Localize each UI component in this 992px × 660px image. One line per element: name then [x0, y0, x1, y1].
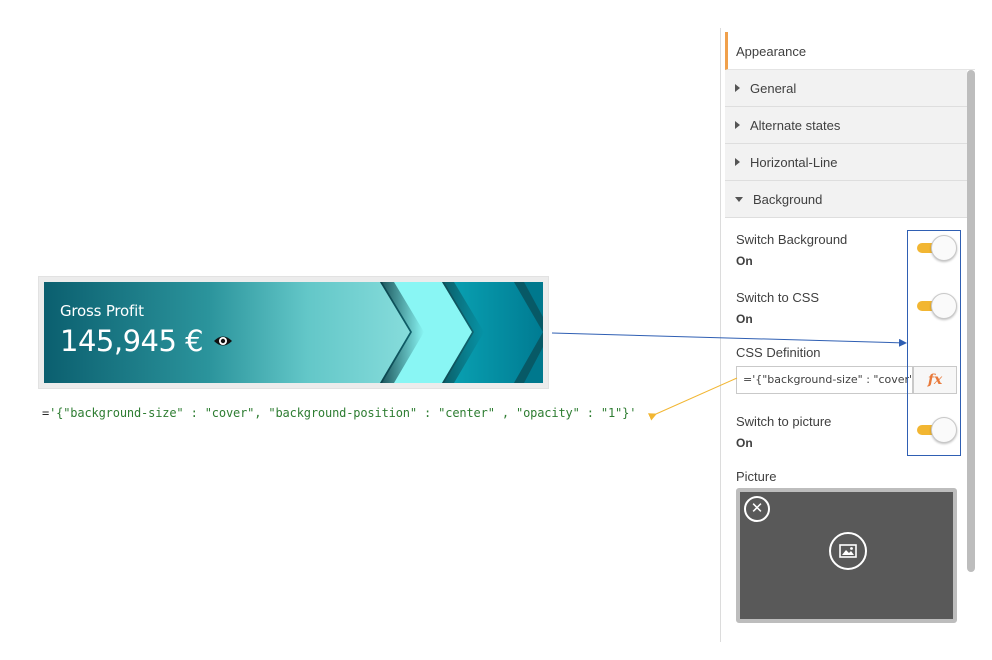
section-label: Alternate states	[750, 117, 841, 133]
css-expression-text: ='{"background-size" : "cover", "backgro…	[42, 406, 636, 420]
switch-css-label: Switch to CSS	[736, 290, 820, 305]
section-label: Horizontal-Line	[750, 154, 838, 170]
kpi-title: Gross Profit	[60, 302, 144, 320]
section-general[interactable]: General	[725, 70, 967, 107]
caret-right-icon	[735, 158, 740, 166]
remove-picture-button[interactable]: ✕	[744, 496, 770, 522]
kpi-card[interactable]: Gross Profit 145,945 €	[44, 282, 543, 383]
css-definition-input[interactable]: ='{"background-size" : "cover"	[736, 366, 913, 394]
expression-body: '{"background-size" : "cover", "backgrou…	[49, 406, 637, 420]
caret-down-icon	[735, 196, 743, 202]
panel-header-appearance[interactable]: Appearance	[725, 32, 975, 70]
section-alternate-states[interactable]: Alternate states	[725, 107, 967, 144]
picture-preview[interactable]: ✕	[736, 488, 957, 623]
switch-background-value: On	[736, 254, 753, 268]
image-icon[interactable]	[829, 532, 867, 570]
toggles-highlight-annotation	[907, 230, 961, 456]
caret-right-icon	[735, 121, 740, 129]
switch-background-label: Switch Background	[736, 232, 848, 247]
section-label: General	[750, 80, 797, 96]
caret-right-icon	[735, 84, 740, 92]
properties-panel: Appearance General Alternate states Hori…	[720, 28, 976, 642]
eye-icon	[213, 331, 233, 351]
section-horizontal-line[interactable]: Horizontal-Line	[725, 144, 967, 181]
switch-css-value: On	[736, 312, 753, 326]
kpi-value: 145,945 €	[60, 324, 204, 358]
panel-scrollbar[interactable]	[967, 70, 975, 572]
section-background[interactable]: Background	[725, 181, 967, 218]
picture-label: Picture	[736, 469, 777, 484]
kpi-value-row: 145,945 €	[60, 324, 233, 358]
css-definition-label: CSS Definition	[736, 345, 821, 360]
switch-picture-value: On	[736, 436, 753, 450]
section-label: Background	[753, 191, 823, 207]
switch-picture-label: Switch to picture	[736, 414, 832, 429]
